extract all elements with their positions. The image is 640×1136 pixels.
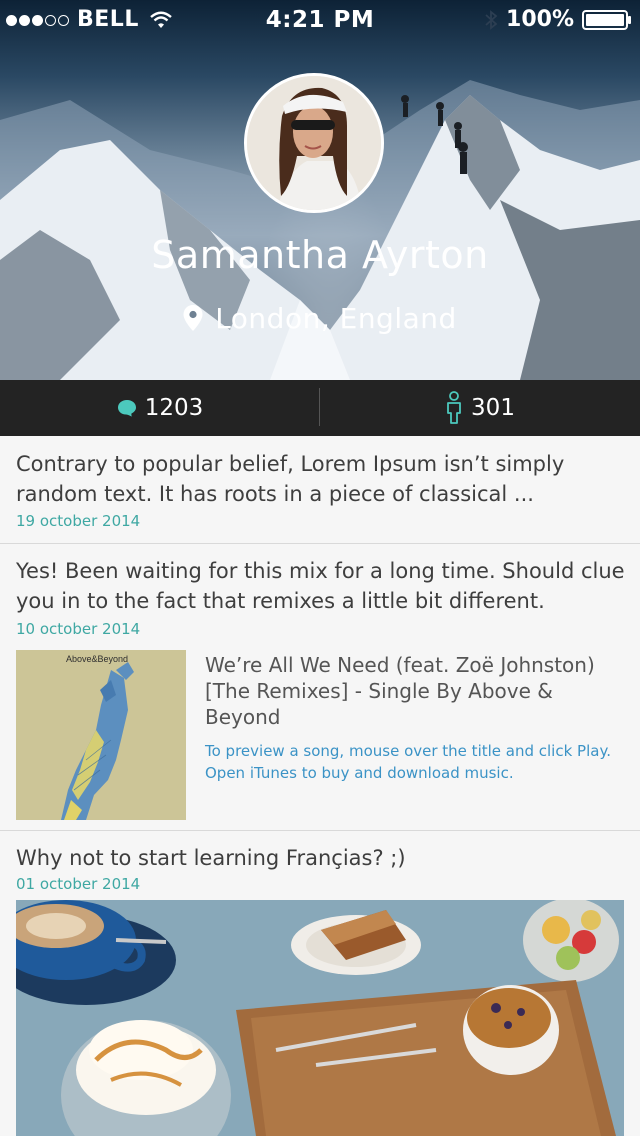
location-pin-icon: [183, 305, 203, 331]
post-date: 10 october 2014: [16, 620, 141, 638]
battery-icon: [582, 10, 631, 30]
post-date: 19 october 2014: [16, 512, 141, 530]
profile-avatar[interactable]: [244, 73, 384, 213]
album-title[interactable]: We’re All We Need (feat. Zoë Johnston) […: [205, 652, 625, 730]
album-art-text: Above&Beyond: [66, 654, 129, 664]
album-description: To preview a song, mouse over the title …: [205, 742, 611, 782]
person-icon: [447, 391, 461, 424]
album-artwork[interactable]: Above&Beyond: [16, 650, 186, 820]
post-text: Contrary to popular belief, Lorem Ipsum …: [16, 452, 565, 506]
stats-bar: 1203 301: [0, 380, 640, 436]
status-bar: BELL 4:21 PM 100%: [0, 0, 640, 40]
post-text: Why not to start learning Françias? ;): [16, 846, 406, 870]
location-text: London, England: [215, 301, 457, 335]
bluetooth-icon: [485, 10, 498, 30]
feed-post[interactable]: Yes! Been waiting for this mix for a lon…: [0, 544, 640, 831]
profile-location: London, England: [0, 298, 640, 338]
profile-name: Samantha Ayrton: [151, 233, 489, 277]
followers-stat[interactable]: 301: [320, 380, 640, 436]
comments-count: 1203: [144, 395, 204, 421]
stats-divider: [319, 388, 320, 426]
comment-bubble-icon: [117, 400, 136, 417]
post-photo[interactable]: [16, 900, 624, 1136]
post-date: 01 october 2014: [16, 875, 141, 893]
battery-percentage: 100%: [506, 7, 574, 32]
followers-count: 301: [471, 395, 515, 421]
profile-header: BELL 4:21 PM 100% Samantha Ayrton London…: [0, 0, 640, 380]
post-text: Yes! Been waiting for this mix for a lon…: [16, 559, 625, 613]
feed-post[interactable]: Contrary to popular belief, Lorem Ipsum …: [0, 436, 640, 544]
comments-stat[interactable]: 1203: [0, 380, 320, 436]
